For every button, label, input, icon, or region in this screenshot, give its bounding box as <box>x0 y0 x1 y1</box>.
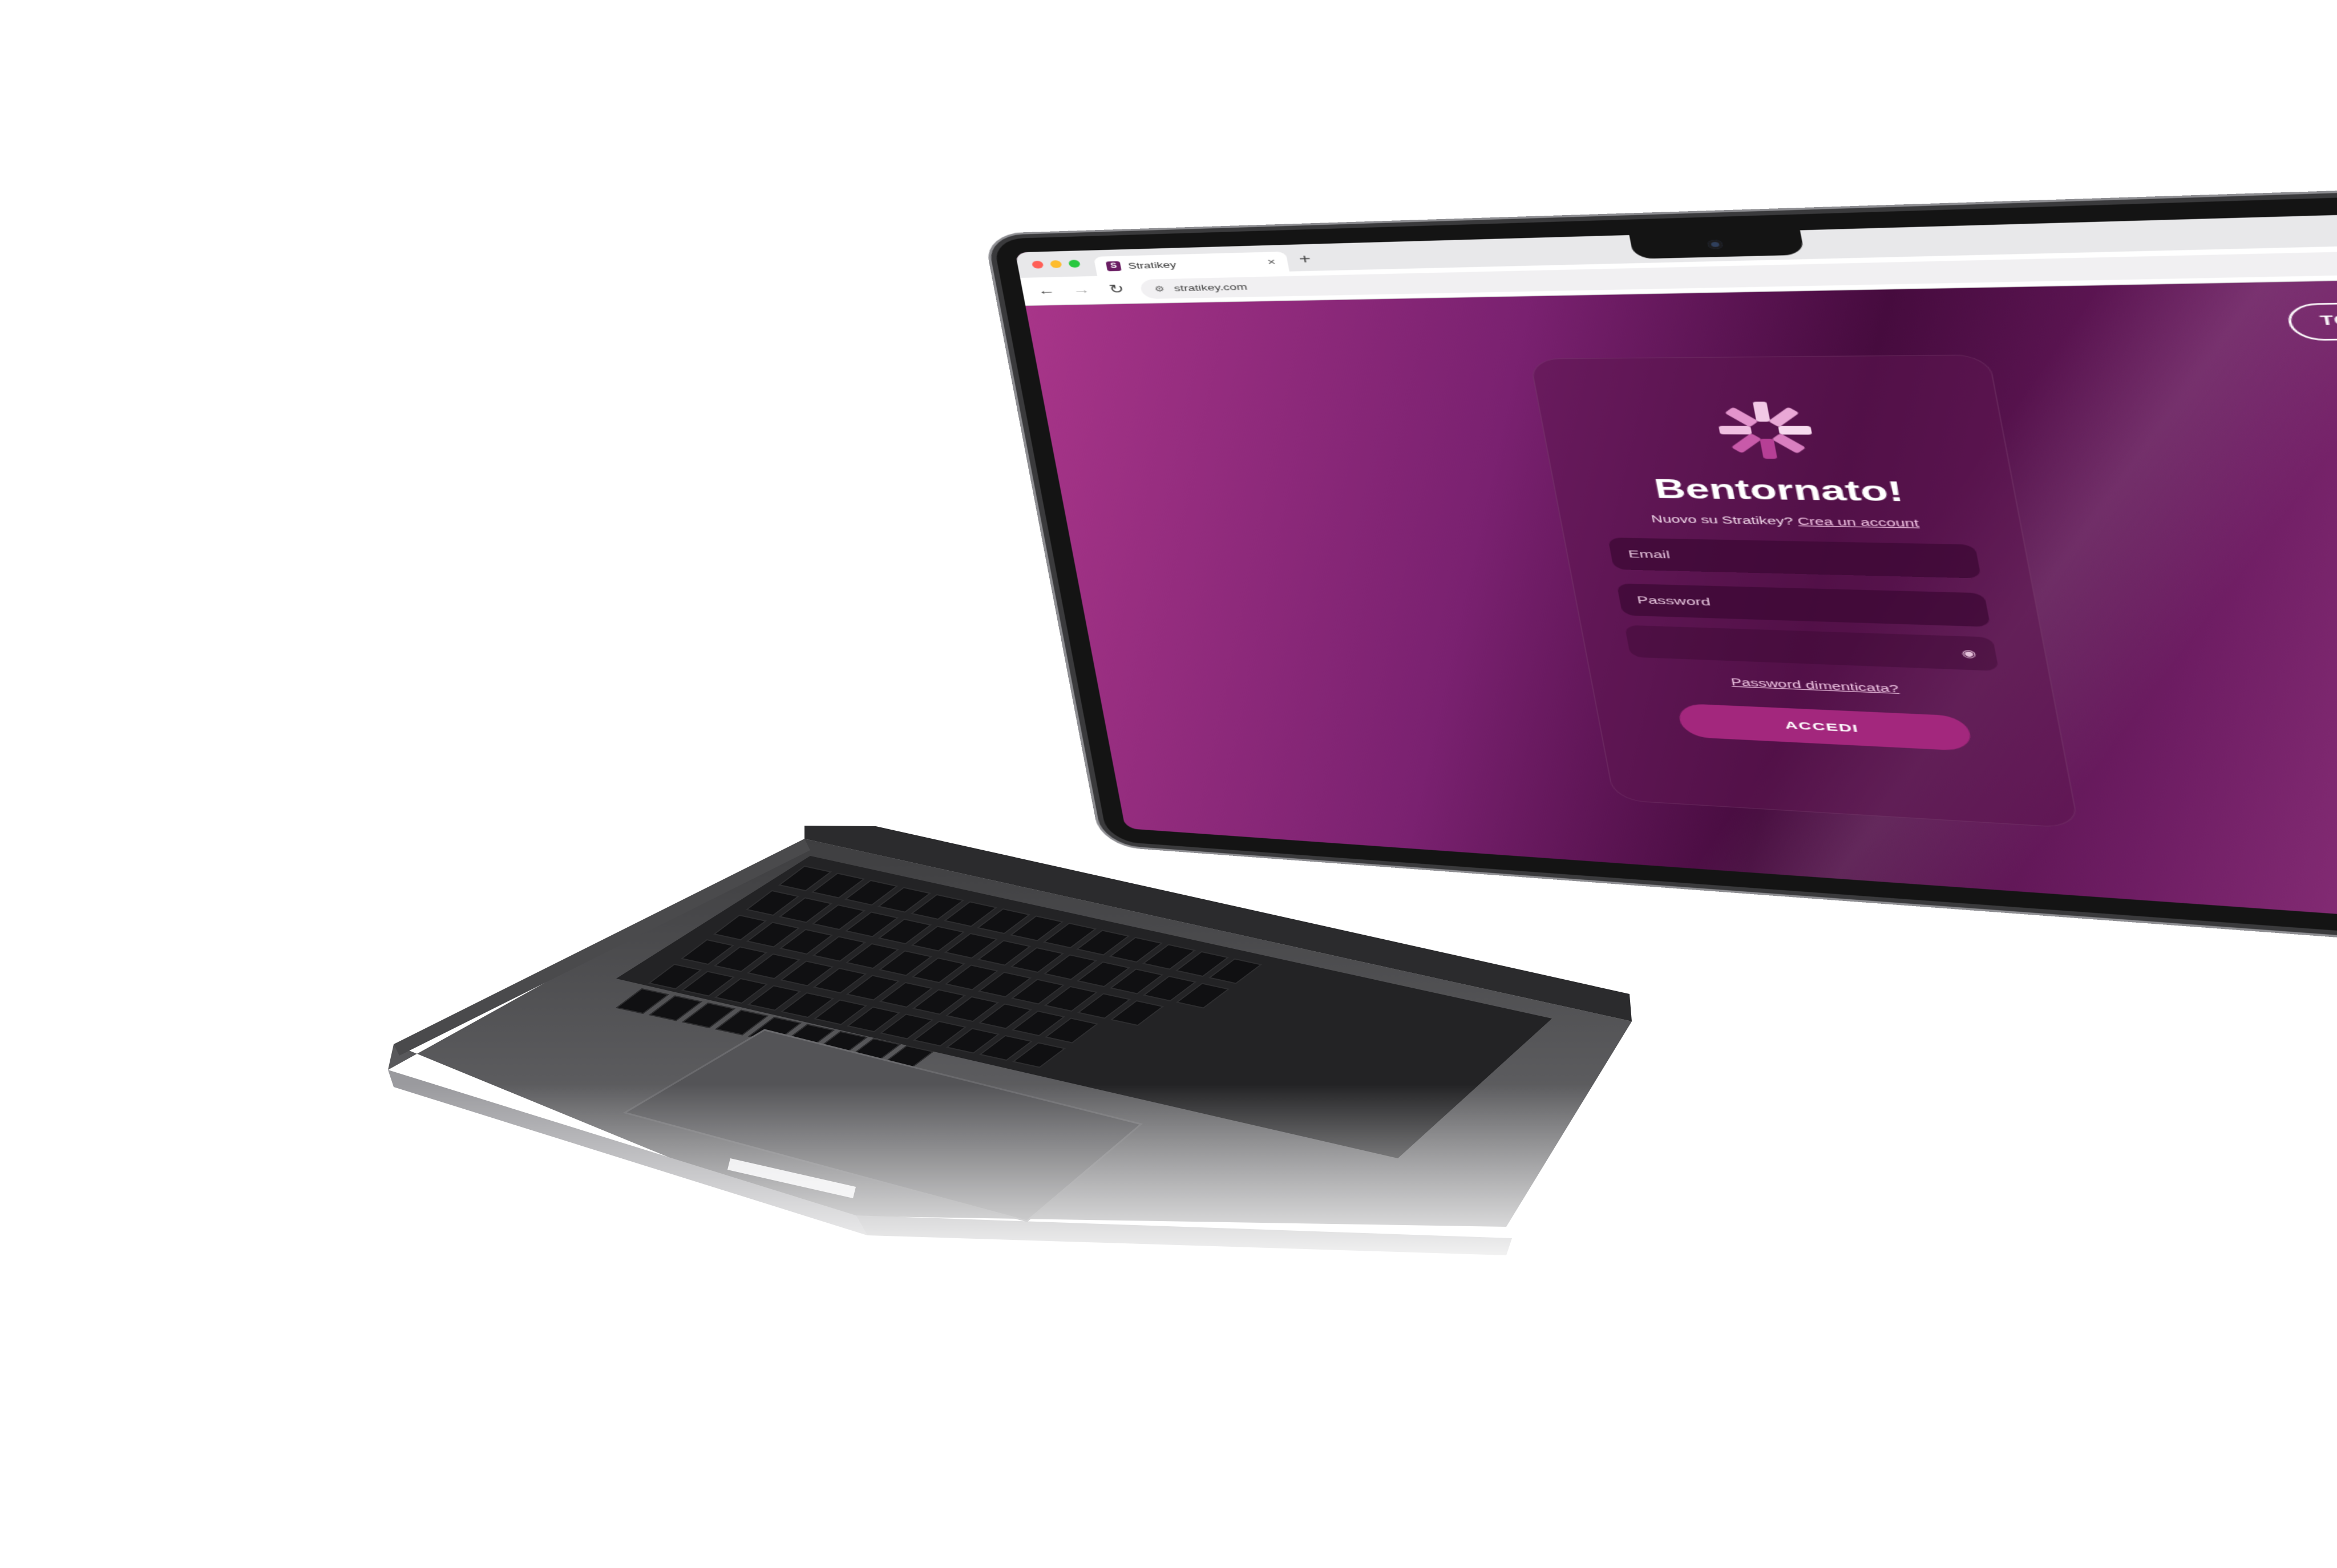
screen-display: S Stratikey × + ← → ↻ ⚙ stratikey.com ☆ … <box>1015 207 2337 943</box>
stratikey-favicon-icon: S <box>1105 261 1122 271</box>
password-visibility-row: ◉ <box>1624 625 1999 672</box>
password-placeholder: Password <box>1636 593 1712 608</box>
back-to-site-button[interactable]: TORNA AL SITO → <box>2285 299 2337 341</box>
login-submit-button[interactable]: ACCEDI <box>1676 703 1974 751</box>
reload-icon[interactable]: ↻ <box>1104 282 1129 297</box>
forward-arrow-icon[interactable]: → <box>1069 283 1094 298</box>
signup-prompt-text: Nuovo su Stratikey? <box>1650 513 1794 527</box>
forgot-password-link[interactable]: Password dimenticata? <box>1634 672 2004 699</box>
site-info-icon[interactable]: ⚙ <box>1154 284 1166 293</box>
show-password-eye-icon[interactable]: ◉ <box>1960 646 1978 660</box>
back-arrow-icon[interactable]: ← <box>1034 284 1058 298</box>
camera-icon <box>1707 239 1724 249</box>
bottom-fade <box>0 1084 2337 1312</box>
minimize-window-button[interactable] <box>1049 260 1062 268</box>
create-account-link[interactable]: Crea un account <box>1797 515 1920 529</box>
close-tab-icon[interactable]: × <box>1267 256 1277 267</box>
laptop-lid: S Stratikey × + ← → ↻ ⚙ stratikey.com ☆ … <box>993 188 2337 963</box>
email-placeholder: Email <box>1627 548 1671 561</box>
maximize-window-button[interactable] <box>1068 260 1081 268</box>
camera-notch <box>1629 230 1805 259</box>
email-field[interactable]: Email <box>1607 538 1982 579</box>
back-to-site-label: TORNA AL SITO <box>2319 312 2337 328</box>
login-card: Bentornato! Nuovo su Stratikey? Crea un … <box>1529 354 2080 829</box>
new-tab-button[interactable]: + <box>1286 252 1325 271</box>
password-field[interactable]: Password <box>1616 583 1991 627</box>
window-controls <box>1017 259 1097 278</box>
tab-title: Stratikey <box>1127 259 1177 270</box>
stratikey-logo-icon <box>1719 401 1813 459</box>
page-title: Bentornato! <box>1652 475 1906 508</box>
signup-prompt: Nuovo su Stratikey? Crea un account <box>1603 512 1972 530</box>
close-window-button[interactable] <box>1031 260 1044 269</box>
